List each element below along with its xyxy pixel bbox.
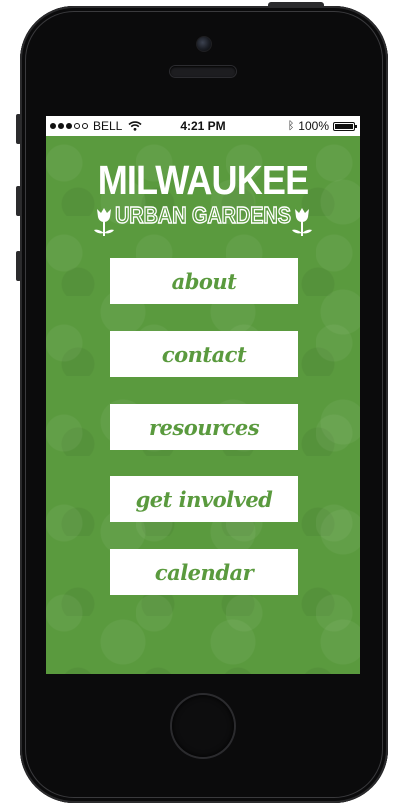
calendar-button[interactable]: calendar: [110, 549, 298, 595]
volume-up-button: [16, 186, 21, 216]
volume-down-button: [16, 251, 21, 281]
status-bar: BELL 4:21 PM ᛒ 100%: [46, 116, 360, 136]
front-camera: [196, 36, 212, 52]
tulip-icon: [292, 208, 312, 236]
app-background: MILWAUKEE URBAN GARDENS about contact re…: [46, 136, 360, 674]
mute-switch: [16, 114, 21, 144]
logo-title: MILWAUKEE: [97, 157, 309, 203]
battery-icon: [333, 121, 357, 131]
battery-percent: 100%: [298, 119, 329, 133]
about-button[interactable]: about: [110, 258, 298, 304]
earpiece-speaker: [170, 66, 236, 77]
battery-fill: [335, 123, 353, 129]
bluetooth-icon: ᛒ: [287, 120, 295, 132]
get-involved-button[interactable]: get involved: [110, 476, 298, 522]
app-logo: MILWAUKEE URBAN GARDENS: [46, 156, 360, 236]
resources-button[interactable]: resources: [110, 404, 298, 450]
contact-button[interactable]: contact: [110, 331, 298, 377]
power-button: [268, 2, 324, 7]
status-right: ᛒ 100%: [287, 119, 357, 133]
phone-screen: BELL 4:21 PM ᛒ 100% MILWAUKEE URBAN GARD…: [46, 116, 360, 674]
home-button[interactable]: [172, 695, 234, 757]
